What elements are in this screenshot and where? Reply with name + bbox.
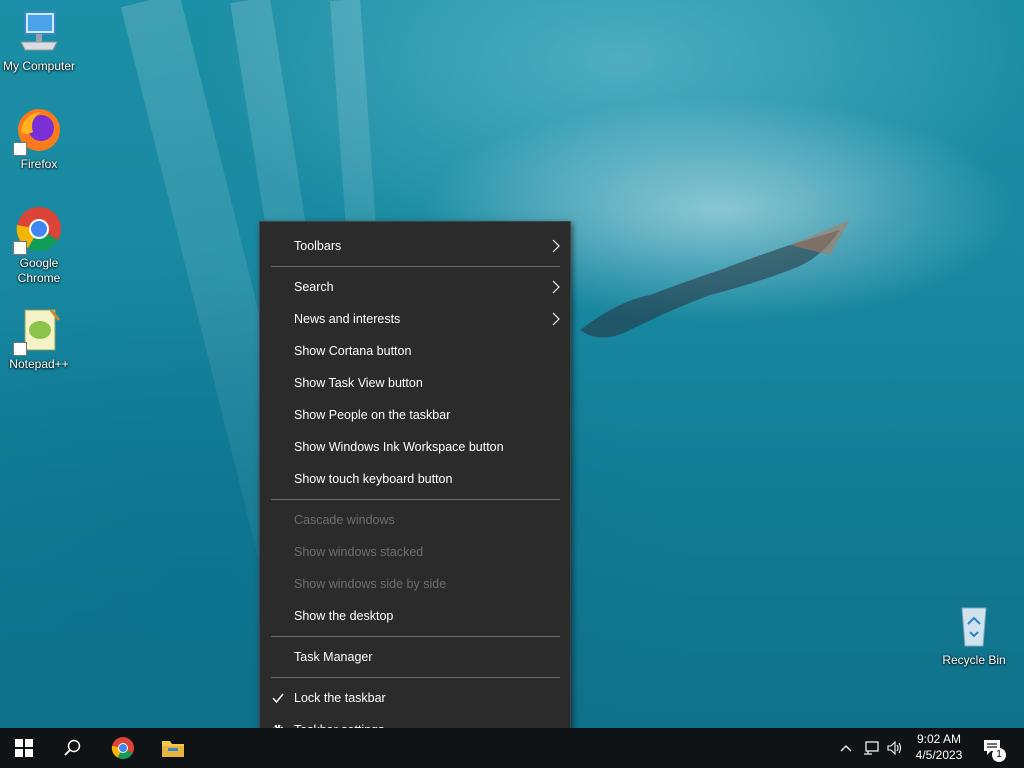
desktop-icon-label: Firefox [20, 157, 58, 171]
taskbar[interactable]: 9:02 AM 4/5/2023 1 [0, 728, 1024, 768]
recycle-bin-icon [950, 602, 998, 650]
menu-item-label: Show touch keyboard button [294, 472, 453, 486]
desktop-icon-my-computer[interactable]: My Computer [1, 8, 77, 74]
desktop-icon-label: Recycle Bin [942, 653, 1006, 667]
menu-item-label: Show windows side by side [294, 577, 447, 591]
chrome-icon [111, 737, 134, 759]
start-button[interactable] [0, 728, 48, 768]
menu-item-label: Show Windows Ink Workspace button [294, 440, 504, 454]
notepad-plus-plus-icon [13, 306, 63, 356]
desktop-icon-notepad-plus-plus[interactable]: Notepad++ [1, 306, 77, 372]
search-icon [64, 739, 81, 756]
computer-icon [15, 8, 63, 56]
menu-item-show-windows-stacked: Show windows stacked [260, 536, 570, 568]
menu-item-label: Show Task View button [294, 376, 423, 390]
show-hidden-icons-button[interactable] [836, 728, 856, 768]
chrome-icon [13, 205, 63, 255]
menu-item-label: News and interests [294, 312, 401, 326]
menu-item-show-windows-side-by-side: Show windows side by side [260, 568, 570, 600]
clock-date: 4/5/2023 [915, 748, 963, 762]
windows-start-icon [15, 739, 33, 757]
menu-item-task-manager[interactable]: Task Manager [260, 641, 570, 673]
menu-item-show-task-view-button[interactable]: Show Task View button [260, 367, 570, 399]
taskbar-chrome-button[interactable] [98, 728, 148, 768]
desktop-icon-firefox[interactable]: Firefox [1, 106, 77, 172]
chevron-right-icon [552, 312, 560, 326]
checkmark-icon [272, 693, 284, 704]
menu-item-label: Show People on the taskbar [294, 408, 451, 422]
menu-item-show-people[interactable]: Show People on the taskbar [260, 399, 570, 431]
menu-item-label: Task Manager [294, 650, 373, 664]
menu-separator [271, 266, 560, 267]
action-center-button[interactable]: 1 [976, 728, 1010, 768]
menu-item-show-touch-keyboard[interactable]: Show touch keyboard button [260, 463, 570, 495]
notification-count-badge: 1 [992, 748, 1006, 762]
shortcut-arrow-icon [13, 342, 27, 356]
taskbar-clock[interactable]: 9:02 AM 4/5/2023 [908, 731, 970, 763]
clock-time: 9:02 AM [916, 732, 962, 746]
menu-item-label: Lock the taskbar [294, 691, 386, 705]
desktop-icon-label: Google Chrome [17, 256, 61, 285]
menu-item-show-the-desktop[interactable]: Show the desktop [260, 600, 570, 632]
firefox-icon [13, 106, 63, 156]
swimmer-image [580, 220, 850, 338]
menu-separator [271, 499, 560, 500]
shortcut-arrow-icon [13, 142, 27, 156]
volume-tray-button[interactable] [884, 728, 906, 768]
menu-item-news-and-interests[interactable]: News and interests [260, 303, 570, 335]
desktop-icon-recycle-bin[interactable]: Recycle Bin [936, 602, 1012, 668]
network-icon [864, 741, 879, 755]
menu-item-label: Toolbars [294, 239, 342, 253]
chevron-right-icon [552, 239, 560, 253]
menu-separator [271, 677, 560, 678]
menu-item-label: Show windows stacked [294, 545, 424, 559]
menu-item-search[interactable]: Search [260, 271, 570, 303]
file-explorer-icon [162, 741, 184, 757]
desktop-icon-label: Notepad++ [9, 357, 69, 371]
taskbar-context-menu: Toolbars Search News and interests Show … [259, 221, 571, 754]
shortcut-arrow-icon [13, 241, 27, 255]
menu-item-show-windows-ink[interactable]: Show Windows Ink Workspace button [260, 431, 570, 463]
menu-separator [271, 636, 560, 637]
menu-item-label: Search [294, 280, 334, 294]
menu-item-label: Show Cortana button [294, 344, 412, 358]
taskbar-file-explorer-button[interactable] [148, 728, 198, 768]
taskbar-search-button[interactable] [48, 728, 96, 768]
speaker-icon [887, 741, 902, 755]
menu-item-label: Show the desktop [294, 609, 394, 623]
menu-item-show-cortana-button[interactable]: Show Cortana button [260, 335, 570, 367]
desktop-icon-label: My Computer [2, 59, 76, 73]
network-tray-button[interactable] [860, 728, 882, 768]
menu-item-cascade-windows: Cascade windows [260, 504, 570, 536]
chevron-right-icon [552, 280, 560, 294]
menu-item-lock-the-taskbar[interactable]: Lock the taskbar [260, 682, 570, 714]
menu-item-toolbars[interactable]: Toolbars [260, 230, 570, 262]
menu-item-label: Cascade windows [294, 513, 395, 527]
desktop-icon-google-chrome[interactable]: Google Chrome [1, 205, 77, 286]
chevron-up-icon [840, 745, 852, 752]
